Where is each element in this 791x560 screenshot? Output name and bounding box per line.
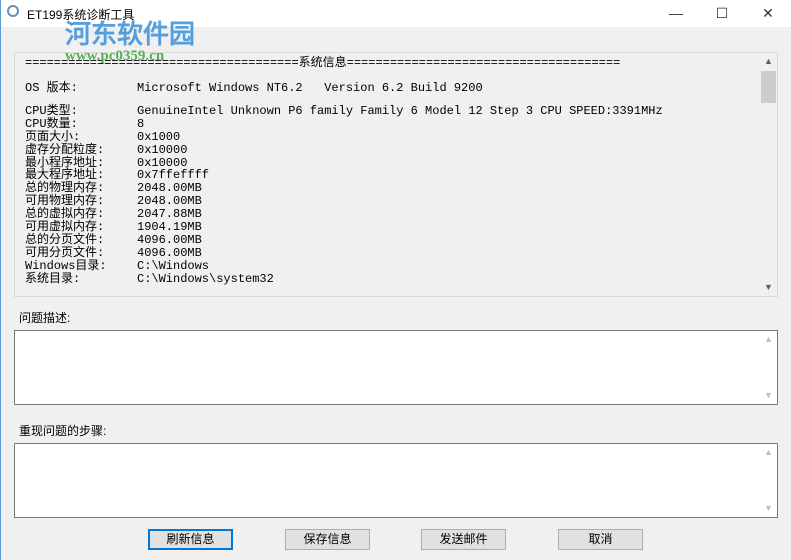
send-email-button[interactable]: 发送邮件 (421, 529, 506, 550)
problem-scrollbar[interactable]: ▲ ▼ (760, 331, 777, 404)
info-key: OS 版本: (25, 81, 78, 96)
info-row: 可用物理内存: 2048.00MB (25, 195, 663, 208)
info-key: 虚存分配粒度: (25, 142, 105, 157)
scroll-thumb[interactable] (761, 71, 776, 103)
info-row: 可用分页文件: 4096.00MB (25, 245, 663, 260)
problem-textarea[interactable]: ▲ ▼ (14, 330, 778, 405)
steps-scrollbar[interactable]: ▲ ▼ (760, 444, 777, 517)
info-key: Windows目录: (25, 258, 107, 273)
info-value: 0x1000 (137, 129, 181, 144)
scroll-up-icon[interactable]: ▲ (760, 444, 777, 461)
info-row: 系统目录: C:\Windows\system32 (25, 271, 663, 286)
info-row: 总的分页文件: 4096.00MB (25, 234, 663, 247)
steps-textarea[interactable]: ▲ ▼ (14, 443, 778, 518)
info-row: 页面大小: 0x1000 (25, 129, 663, 144)
minimize-button[interactable]: — (653, 0, 699, 27)
info-row: 总的物理内存: 2048.00MB (25, 182, 663, 195)
save-info-button[interactable]: 保存信息 (285, 529, 370, 550)
problem-label: 问题描述: (19, 311, 71, 325)
info-value: C:\Windows (137, 258, 210, 273)
refresh-info-button[interactable]: 刷新信息 (148, 529, 233, 550)
info-value: GenuineIntel Unknown P6 family Family 6 … (137, 103, 663, 118)
info-row: 最小程序地址: 0x10000 (25, 156, 663, 170)
scroll-up-icon[interactable]: ▲ (760, 331, 777, 348)
info-key: CPU类型: (25, 103, 78, 118)
system-info-text: ======================================系统… (25, 53, 663, 286)
title-bar: ET199系统诊断工具 — ☐ ✕ (1, 0, 791, 27)
window-title: ET199系统诊断工具 (27, 8, 135, 22)
info-row: Windows目录: C:\Windows (25, 258, 663, 273)
info-row: 可用虚拟内存: 1904.19MB (25, 221, 663, 234)
info-value: C:\Windows\system32 (137, 271, 274, 286)
system-info-textbox[interactable]: ======================================系统… (14, 52, 778, 297)
info-value: 4096.00MB (137, 245, 202, 260)
cancel-button[interactable]: 取消 (558, 529, 643, 550)
info-key: 总的分页文件: (25, 232, 105, 247)
info-row: 最大程序地址: 0x7ffeffff (25, 169, 663, 182)
info-row: CPU类型: GenuineIntel Unknown P6 family Fam… (25, 105, 663, 118)
info-header: ======================================系统… (25, 56, 621, 70)
close-button[interactable]: ✕ (745, 0, 791, 27)
scroll-down-icon[interactable]: ▼ (760, 500, 777, 517)
info-value: 4096.00MB (137, 232, 202, 247)
info-row: 总的虚拟内存: 2047.88MB (25, 208, 663, 221)
app-icon (7, 5, 19, 17)
info-key: 可用分页文件: (25, 245, 105, 260)
info-scrollbar[interactable]: ▲ ▼ (760, 53, 777, 296)
info-key: CPU数量: (25, 116, 78, 131)
scroll-down-icon[interactable]: ▼ (760, 279, 777, 296)
info-value: 0x10000 (137, 142, 188, 157)
info-row: 虚存分配粒度: 0x10000 (25, 142, 663, 157)
info-value: 8 (137, 116, 145, 131)
steps-label: 重现问题的步骤: (19, 424, 107, 438)
info-row: CPU数量: 8 (25, 116, 663, 131)
info-value: Microsoft Windows NT6.2 Version 6.2 Buil… (137, 81, 483, 96)
info-key: 页面大小: (25, 129, 81, 144)
scroll-up-icon[interactable]: ▲ (760, 53, 777, 70)
info-key: 系统目录: (25, 271, 81, 286)
scroll-down-icon[interactable]: ▼ (760, 387, 777, 404)
maximize-button[interactable]: ☐ (699, 0, 745, 27)
